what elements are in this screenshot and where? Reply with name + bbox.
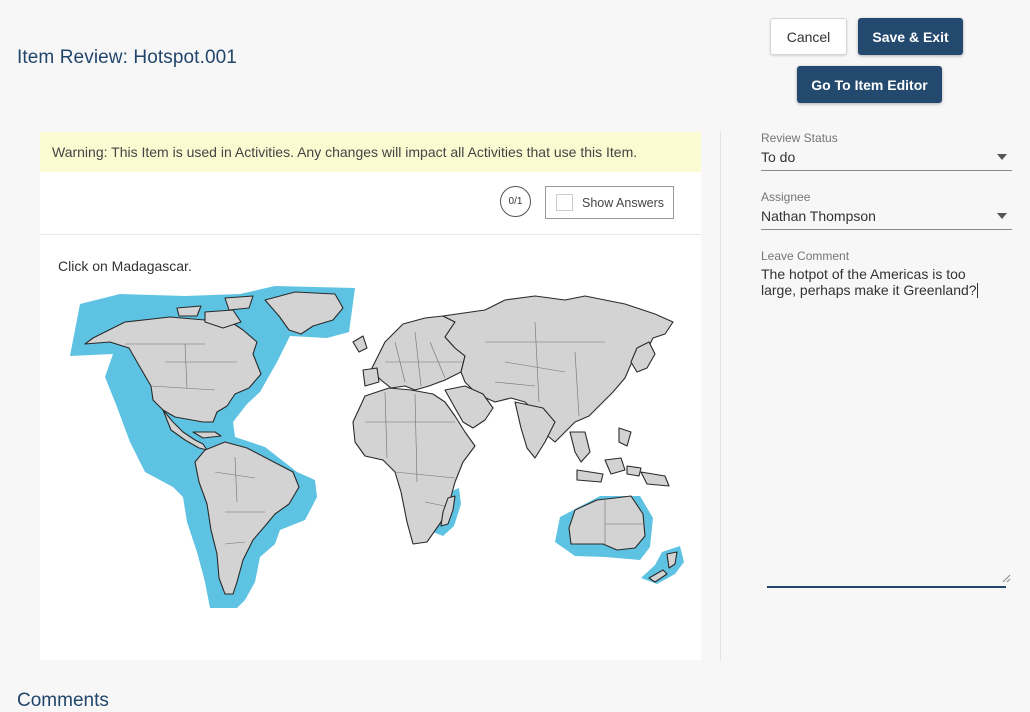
go-to-item-editor-button[interactable]: Go To Item Editor (797, 66, 942, 103)
text-cursor (976, 283, 978, 298)
assignee-underline (761, 229, 1012, 230)
vertical-divider (720, 132, 721, 660)
chevron-down-icon[interactable] (997, 213, 1007, 219)
save-exit-button[interactable]: Save & Exit (858, 18, 963, 55)
europe-shape (370, 315, 466, 391)
cancel-button[interactable]: Cancel (770, 18, 847, 55)
item-preview-panel: Warning: This Item is used in Activities… (40, 132, 701, 660)
question-prompt: Click on Madagascar. (58, 258, 192, 274)
leave-comment-label: Leave Comment (761, 249, 850, 263)
world-map[interactable] (65, 282, 695, 618)
review-status-underline (761, 170, 1012, 171)
review-status-label: Review Status (761, 131, 838, 145)
show-answers-checkbox[interactable] (556, 194, 573, 211)
divider (40, 234, 701, 235)
comments-heading: Comments (17, 690, 109, 711)
comment-text: The hotpot of the Americas is too large,… (761, 266, 977, 298)
assignee-label: Assignee (761, 190, 811, 204)
score-badge: 0/1 (500, 186, 531, 217)
comment-textarea[interactable]: The hotpot of the Americas is too large,… (761, 266, 1001, 298)
hotspot-new-zealand[interactable] (641, 546, 684, 584)
warning-banner: Warning: This Item is used in Activities… (40, 132, 701, 172)
assignee-select[interactable]: Nathan Thompson (761, 208, 876, 224)
australia-shape (568, 495, 646, 551)
review-status-select[interactable]: To do (761, 149, 795, 165)
page-title: Item Review: Hotspot.001 (17, 47, 237, 68)
resize-handle-icon[interactable] (1001, 573, 1011, 583)
chevron-down-icon[interactable] (997, 154, 1007, 160)
show-answers-label: Show Answers (582, 195, 664, 210)
show-answers-toggle[interactable]: Show Answers (545, 186, 674, 219)
comment-underline (767, 586, 1006, 588)
